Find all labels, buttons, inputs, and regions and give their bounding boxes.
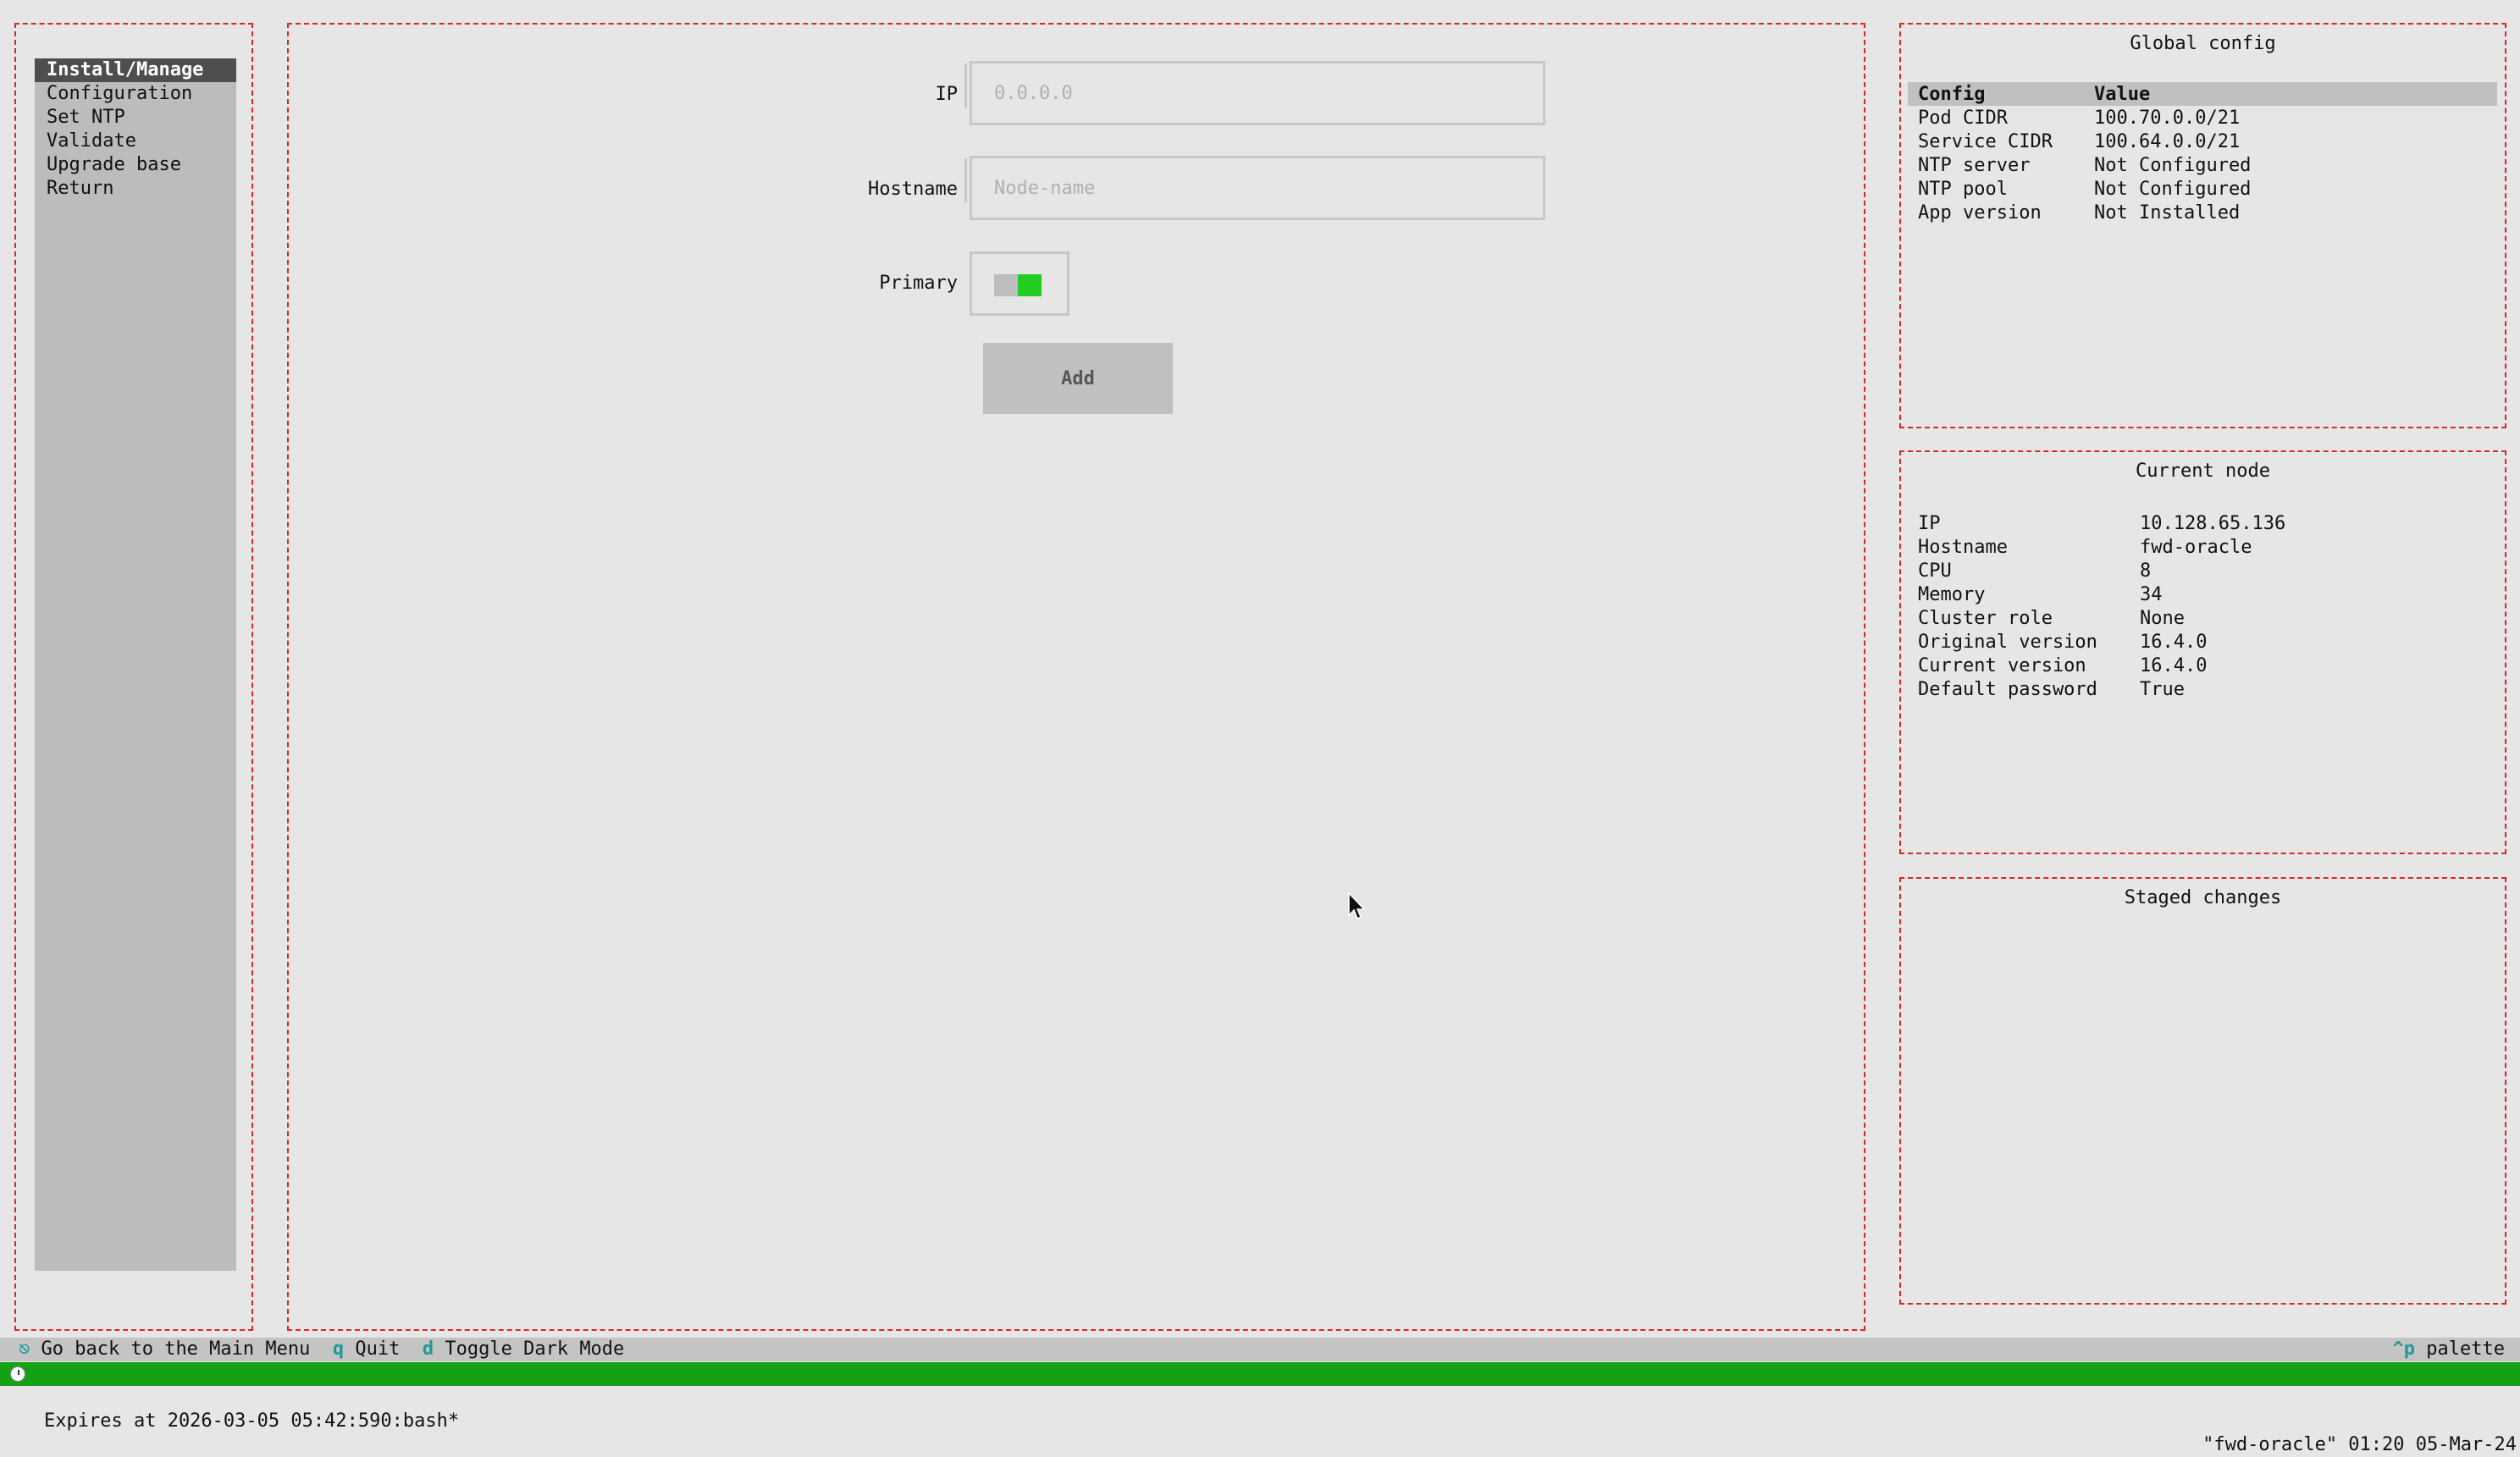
palette-binding-group: ^p palette xyxy=(2393,1338,2505,1361)
add-button[interactable]: Add xyxy=(983,343,1173,414)
ip-label: IP xyxy=(935,84,959,105)
node-value: True xyxy=(2140,678,2185,700)
node-value: 16.4.0 xyxy=(2140,631,2208,653)
node-key: Hostname xyxy=(1918,536,2008,558)
table-row: Original version 16.4.0 xyxy=(1908,630,2497,654)
switch-thumb xyxy=(1018,274,1042,296)
config-key: App version xyxy=(1918,201,2042,224)
config-value: 100.70.0.0/21 xyxy=(2094,107,2241,129)
menu-panel: Install/Manage Configuration Set NTP Val… xyxy=(14,23,253,1331)
switch-track xyxy=(994,274,1042,296)
staged-changes-panel: Staged changes xyxy=(1899,877,2506,1305)
menu-list: Install/Manage Configuration Set NTP Val… xyxy=(35,58,236,1271)
node-value: 34 xyxy=(2140,583,2163,605)
hostname-row: Hostname xyxy=(289,156,1864,224)
config-value: Not Installed xyxy=(2094,201,2241,224)
status-right: "fwd-oracle" 01:20 05-Mar-24 xyxy=(2202,1434,2517,1455)
toggle-dark-mode-binding[interactable]: Toggle Dark Mode xyxy=(445,1338,624,1360)
global-config-panel: Global config Config Value Pod CIDR 100.7… xyxy=(1899,23,2506,428)
hostname-input-box xyxy=(964,156,1545,220)
quit-binding[interactable]: Quit xyxy=(355,1338,400,1360)
table-row: IP 10.128.65.136 xyxy=(1908,511,2497,535)
global-config-table: Config Value Pod CIDR 100.70.0.0/21 Servi… xyxy=(1908,82,2497,224)
menu-item-upgrade-base[interactable]: Upgrade base xyxy=(35,153,236,177)
node-key: Original version xyxy=(1918,631,2097,653)
primary-row: Primary xyxy=(289,250,1864,317)
quit-key[interactable]: q xyxy=(333,1338,344,1360)
table-row: Default password True xyxy=(1908,677,2497,701)
config-value: Not Configured xyxy=(2094,178,2252,200)
table-row: Memory 34 xyxy=(1908,582,2497,606)
status-left: Expires at 2026-03-05 05:42:590:bash* xyxy=(44,1410,460,1432)
escape-key-icon[interactable]: ⎋ xyxy=(19,1338,30,1360)
config-key: Pod CIDR xyxy=(1918,107,2008,129)
table-row: Hostname fwd-oracle xyxy=(1908,535,2497,559)
footer-bar: ⎋ Go back to the Main Menu q Quit d Togg… xyxy=(0,1338,2520,1361)
node-key: CPU xyxy=(1918,560,1952,582)
column-header-config: Config xyxy=(1918,83,1986,105)
config-key: NTP server xyxy=(1918,154,2031,176)
current-node-table: IP 10.128.65.136 Hostname fwd-oracle CPU 8 … xyxy=(1908,511,2497,701)
config-value: Not Configured xyxy=(2094,154,2252,176)
node-value: 10.128.65.136 xyxy=(2140,512,2286,534)
menu-item-validate[interactable]: Validate xyxy=(35,130,236,153)
ip-row: IP xyxy=(289,61,1864,129)
config-key: NTP pool xyxy=(1918,178,2008,200)
table-row[interactable]: NTP pool Not Configured xyxy=(1908,177,2497,201)
node-key: IP xyxy=(1918,512,1941,534)
config-value: 100.64.0.0/21 xyxy=(2094,130,2241,152)
dark-mode-key[interactable]: d xyxy=(423,1338,434,1360)
node-value: fwd-oracle xyxy=(2140,536,2252,558)
node-value: None xyxy=(2140,607,2185,629)
table-row[interactable]: App version Not Installed xyxy=(1908,201,2497,224)
hostname-input[interactable] xyxy=(972,158,1543,218)
hostname-label: Hostname xyxy=(868,179,958,200)
footer-bindings: ⎋ Go back to the Main Menu q Quit d Togg… xyxy=(19,1338,624,1361)
global-config-title: Global config xyxy=(2130,33,2276,54)
node-key: Memory xyxy=(1918,583,1986,605)
table-row: CPU 8 xyxy=(1908,559,2497,582)
menu-item-configuration[interactable]: Configuration xyxy=(35,82,236,106)
ip-input-box xyxy=(964,61,1545,125)
table-row[interactable]: Pod CIDR 100.70.0.0/21 xyxy=(1908,106,2497,130)
table-row[interactable]: Service CIDR 100.64.0.0/21 xyxy=(1908,130,2497,153)
node-key: Current version xyxy=(1918,654,2086,676)
mouse-cursor-icon xyxy=(1348,892,1366,920)
current-node-panel: Current node IP 10.128.65.136 Hostname fwd… xyxy=(1899,450,2506,854)
palette-binding[interactable]: palette xyxy=(2426,1338,2505,1360)
primary-label: Primary xyxy=(879,273,958,294)
current-node-title: Current node xyxy=(2136,461,2270,482)
table-row: Current version 16.4.0 xyxy=(1908,654,2497,677)
node-value: 16.4.0 xyxy=(2140,654,2208,676)
table-row[interactable]: NTP server Not Configured xyxy=(1908,153,2497,177)
clock-icon xyxy=(10,1366,25,1382)
menu-item-return[interactable]: Return xyxy=(35,177,236,201)
node-form-panel: IP Hostname Primary Add xyxy=(287,23,1865,1331)
config-key: Service CIDR xyxy=(1918,130,2053,152)
back-to-main-menu-binding[interactable]: Go back to the Main Menu xyxy=(41,1338,311,1360)
table-row: Cluster role None xyxy=(1908,606,2497,630)
tmux-status-bar: Expires at 2026-03-05 05:42:590:bash* "f… xyxy=(0,1362,2520,1455)
ip-input[interactable] xyxy=(972,63,1543,123)
node-key: Cluster role xyxy=(1918,607,2053,629)
node-key: Default password xyxy=(1918,678,2097,700)
primary-switch[interactable] xyxy=(970,251,1069,316)
menu-item-set-ntp[interactable]: Set NTP xyxy=(35,106,236,130)
node-value: 8 xyxy=(2140,560,2152,582)
column-header-value: Value xyxy=(2094,83,2151,105)
palette-key[interactable]: ^p xyxy=(2393,1338,2416,1360)
staged-changes-title: Staged changes xyxy=(2124,887,2282,908)
table-header-row: Config Value xyxy=(1908,82,2497,106)
menu-item-install-manage[interactable]: Install/Manage xyxy=(35,58,236,82)
